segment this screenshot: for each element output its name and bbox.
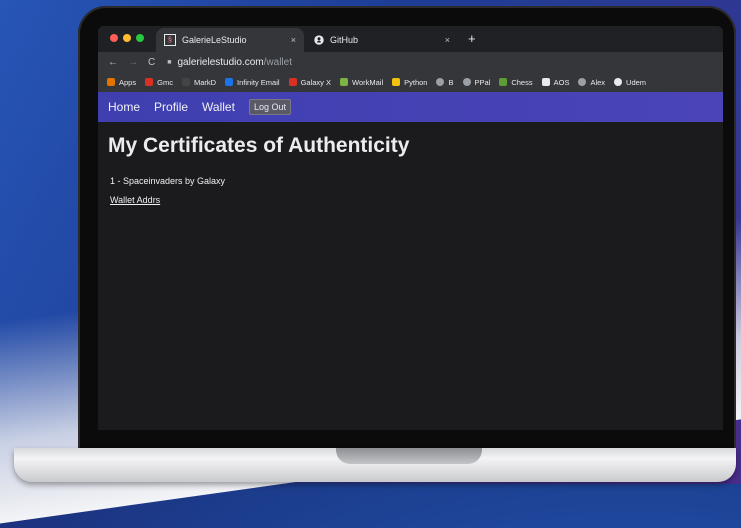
- apps-grid-icon: [107, 78, 115, 86]
- lock-icon: ■: [167, 58, 172, 66]
- nav-profile-link[interactable]: Profile: [154, 100, 188, 114]
- tab-bar: § GalerieLeStudio × GitHub × +: [98, 26, 723, 52]
- bookmark-b[interactable]: B: [436, 77, 454, 87]
- new-tab-button[interactable]: +: [468, 31, 476, 46]
- workmail-icon: [340, 78, 348, 86]
- bookmark-chess[interactable]: Chess: [499, 77, 533, 87]
- bookmark-label: Alex: [590, 77, 606, 87]
- galerie-favicon: §: [164, 34, 176, 46]
- minimize-window-icon[interactable]: [123, 34, 131, 42]
- markd-icon: [181, 78, 190, 86]
- bookmark-label: Udem: [626, 77, 647, 87]
- bookmark-workmail[interactable]: WorkMail: [340, 78, 383, 87]
- url-domain: galerielestudio.com: [177, 56, 264, 68]
- bookmark-udem[interactable]: Udem: [614, 78, 646, 87]
- wallet-address-link[interactable]: Wallet Addrs: [110, 195, 160, 205]
- bookmark-markd[interactable]: MarkD: [181, 77, 217, 87]
- url-path: /wallet: [263, 56, 292, 68]
- forward-icon[interactable]: →: [128, 57, 138, 68]
- bookmark-label: Galaxy X: [300, 77, 331, 87]
- maximize-window-icon[interactable]: [136, 34, 144, 42]
- nav-home-link[interactable]: Home: [108, 100, 140, 114]
- browser-toolbar: ← → C ■ galerielestudio.com/wallet: [98, 52, 723, 72]
- bookmarks-bar: Apps Gmc MarkD Infinity Email Galaxy X W…: [98, 72, 723, 92]
- page-content: My Certificates of Authenticity 1 - Spac…: [98, 122, 723, 430]
- outlook-icon: [225, 78, 234, 86]
- python-icon: [392, 78, 401, 86]
- address-bar[interactable]: ■ galerielestudio.com/wallet: [167, 57, 292, 68]
- bookmark-aos[interactable]: AOS: [541, 77, 570, 87]
- gmail-icon: [145, 78, 154, 86]
- bookmark-label: Apps: [119, 77, 137, 87]
- galaxy-icon: [288, 78, 297, 86]
- bookmark-infinity-email[interactable]: Infinity Email: [225, 78, 280, 87]
- chess-pawn-icon: [499, 78, 508, 86]
- bookmark-label: Chess: [511, 77, 533, 87]
- bookmark-label: Python: [404, 77, 428, 87]
- close-tab-icon[interactable]: ×: [445, 35, 450, 45]
- site-nav: Home Profile Wallet Log Out: [98, 92, 723, 122]
- back-icon[interactable]: ←: [108, 57, 118, 68]
- aos-icon: [541, 78, 550, 86]
- bookmark-apps[interactable]: Apps: [107, 78, 136, 87]
- bookmark-ppal[interactable]: PPal: [462, 77, 491, 87]
- globe-icon: [462, 78, 471, 86]
- logout-button[interactable]: Log Out: [248, 99, 291, 115]
- tab-galerielestudio[interactable]: § GalerieLeStudio ×: [156, 28, 304, 52]
- bookmark-gmc[interactable]: Gmc: [145, 78, 173, 87]
- laptop-screen: § GalerieLeStudio × GitHub × + ← → C ■ g…: [98, 26, 723, 430]
- bookmark-galaxy-x[interactable]: Galaxy X: [288, 77, 331, 87]
- close-tab-icon[interactable]: ×: [291, 35, 296, 45]
- close-window-icon[interactable]: [110, 34, 118, 42]
- tab-label: GalerieLeStudio: [182, 35, 247, 45]
- globe-icon: [436, 78, 445, 86]
- reload-icon[interactable]: C: [148, 57, 155, 68]
- bookmark-label: B: [448, 77, 454, 87]
- tab-label: GitHub: [330, 35, 359, 45]
- bookmark-label: PPal: [474, 77, 491, 87]
- udemy-icon: [614, 78, 623, 86]
- certificate-item: 1 - Spaceinvaders by Galaxy: [110, 176, 226, 186]
- bookmark-label: WorkMail: [352, 77, 384, 87]
- bookmark-alex[interactable]: Alex: [578, 78, 605, 87]
- tab-github[interactable]: GitHub ×: [306, 28, 458, 52]
- bookmark-label: Infinity Email: [237, 77, 280, 87]
- laptop-notch: [336, 448, 482, 464]
- bookmark-label: Gmc: [157, 77, 173, 87]
- nav-wallet-link[interactable]: Wallet: [202, 100, 235, 114]
- bookmark-python[interactable]: Python: [392, 78, 427, 87]
- page-title: My Certificates of Authenticity: [108, 134, 410, 157]
- bookmark-label: AOS: [553, 77, 570, 87]
- github-icon: [314, 35, 324, 45]
- bookmark-label: MarkD: [193, 77, 217, 87]
- globe-icon: [578, 78, 587, 86]
